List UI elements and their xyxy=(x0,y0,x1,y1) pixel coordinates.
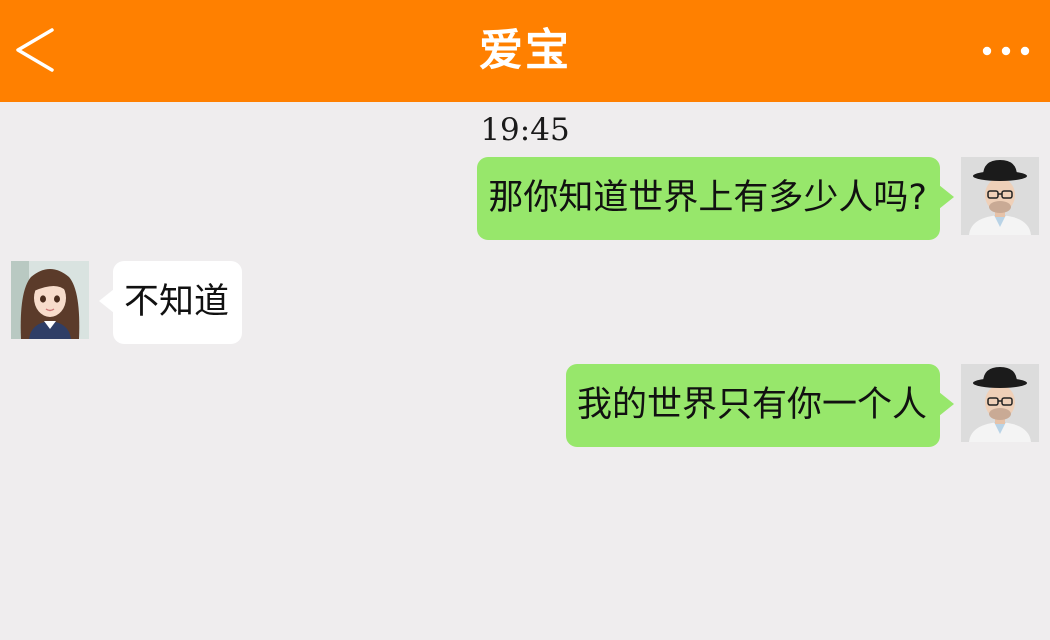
more-options-button[interactable] xyxy=(980,36,1032,66)
message-timestamp: 19:45 xyxy=(480,112,570,148)
message-bubble-received[interactable]: 不知道 xyxy=(98,261,243,344)
message-bubble-sent[interactable]: 我的世界只有你一个人 xyxy=(565,364,955,447)
chat-header: 爱宝 xyxy=(0,0,1050,102)
contact-avatar[interactable] xyxy=(11,261,89,339)
message-text: 我的世界只有你一个人 xyxy=(576,385,927,425)
my-avatar[interactable] xyxy=(961,364,1039,442)
message-text: 不知道 xyxy=(124,282,230,322)
message-text: 那你知道世界上有多少人吗? xyxy=(488,178,927,218)
chat-title: 爱宝 xyxy=(479,25,571,76)
message-bubble-sent[interactable]: 那你知道世界上有多少人吗? xyxy=(477,157,954,240)
more-dots-icon xyxy=(982,46,1030,56)
my-avatar[interactable] xyxy=(961,157,1039,235)
